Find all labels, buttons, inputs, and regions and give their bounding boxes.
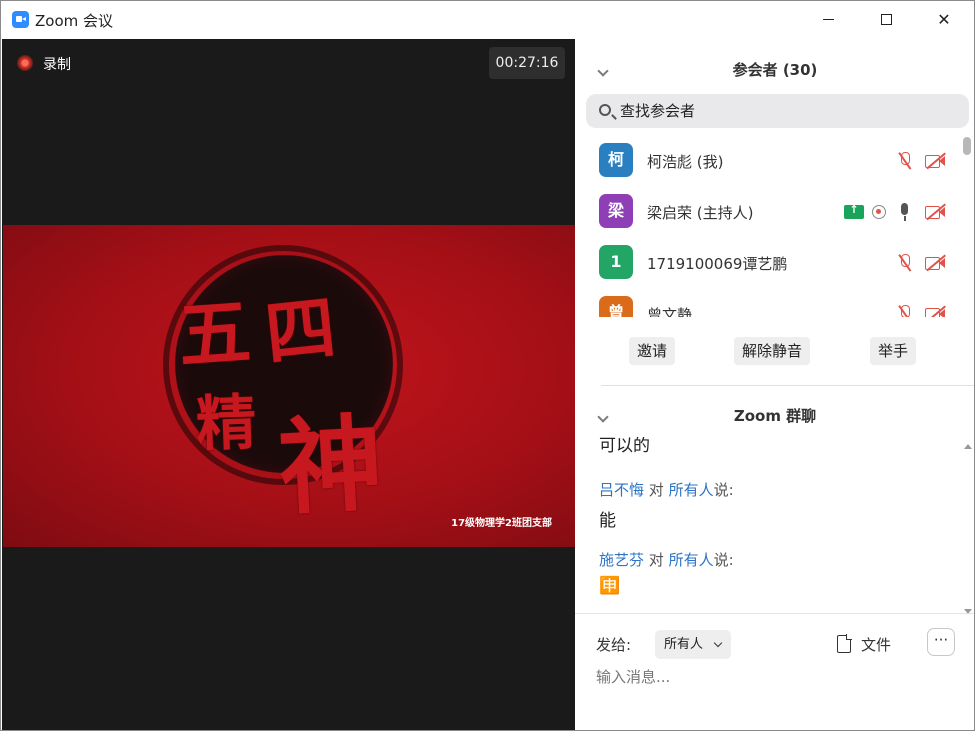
participant-name: 柯浩彪 (我) xyxy=(647,153,724,171)
camera-off-icon[interactable] xyxy=(924,303,946,317)
chat-message: 可以的 xyxy=(599,437,949,456)
participants-header[interactable]: 参会者 (30) xyxy=(575,49,974,99)
maximize-button[interactable] xyxy=(857,1,915,38)
poster-caption: 17级物理学2班团支部 xyxy=(451,518,552,529)
chat-message: 施艺芬 对 所有人说: 🈸 xyxy=(599,549,949,596)
chat-message-text: 🈸 xyxy=(599,576,621,596)
poster-character: 神 xyxy=(275,401,386,530)
chat-recipient[interactable]: 所有人 xyxy=(669,481,714,499)
screen-share-icon xyxy=(844,203,864,219)
mic-on-icon[interactable] xyxy=(894,201,916,223)
participant-name: 曾文静 xyxy=(647,306,693,317)
chat-to-word: 对 xyxy=(648,481,664,499)
chat-sender-line: 吕不悔 对 所有人说: xyxy=(599,479,949,500)
minimize-icon xyxy=(822,19,834,20)
search-input[interactable] xyxy=(620,94,950,128)
title-bar: Zoom 会议 ✕ xyxy=(1,1,974,38)
shared-screen-poster: 五 四 精 神 17级物理学2班团支部 xyxy=(3,225,576,547)
participant-row[interactable]: 1 1719100069谭艺鹏 xyxy=(575,237,960,288)
chat-messages[interactable]: 可以的 吕不悔 对 所有人说: 能 施艺芬 对 所有人说: 🈸 xyxy=(575,437,974,611)
participant-row[interactable]: 梁 梁启荣 (主持人) xyxy=(575,186,960,237)
invite-button[interactable]: 邀请 xyxy=(629,337,676,365)
chat-recipient[interactable]: 所有人 xyxy=(669,551,714,569)
recording-status-icon xyxy=(872,205,886,219)
camera-off-icon[interactable] xyxy=(924,150,946,172)
participant-status-icons xyxy=(894,251,946,275)
chat-scrollbar[interactable] xyxy=(963,444,972,614)
send-to-dropdown[interactable]: 所有人 xyxy=(655,630,731,659)
participant-list-scrollbar[interactable] xyxy=(963,137,971,155)
unmute-button[interactable]: 解除静音 xyxy=(734,337,811,365)
chat-to-word: 对 xyxy=(648,551,664,569)
participant-row[interactable]: 柯 柯浩彪 (我) xyxy=(575,135,960,186)
participant-search[interactable] xyxy=(586,94,969,128)
zoom-app-icon xyxy=(12,11,29,28)
chat-message-text: 能 xyxy=(599,511,616,531)
zoom-window: Zoom 会议 ✕ 录制 00:27:16 五 四 精 神 17级物理学2班团支… xyxy=(0,0,975,731)
chat-message-text: 可以的 xyxy=(599,437,650,456)
video-area[interactable]: 录制 00:27:16 五 四 精 神 17级物理学2班团支部 xyxy=(2,39,576,730)
meeting-timer: 00:27:16 xyxy=(489,47,565,79)
chat-sender-line: 施艺芬 对 所有人说: xyxy=(599,549,949,570)
recording-icon xyxy=(17,55,33,71)
more-options-button[interactable]: ··· xyxy=(927,628,955,656)
poster-character: 四 xyxy=(261,285,340,376)
chat-said-label: 说: xyxy=(713,481,734,499)
camera-off-icon[interactable] xyxy=(924,252,946,274)
file-label: 文件 xyxy=(861,635,892,654)
participant-status-icons xyxy=(844,200,946,224)
recording-label: 录制 xyxy=(43,57,71,73)
send-to-value: 所有人 xyxy=(664,637,704,652)
file-icon xyxy=(837,634,852,653)
send-to-label: 发给: xyxy=(596,636,632,654)
participant-status-icons xyxy=(894,302,946,317)
chat-message-input[interactable] xyxy=(596,665,956,689)
raise-hand-button[interactable]: 举手 xyxy=(870,337,917,365)
chevron-down-icon xyxy=(713,638,723,648)
chat-title: Zoom 群聊 xyxy=(733,407,817,425)
participant-name: 梁启荣 (主持人) xyxy=(647,204,754,222)
compose-divider xyxy=(575,613,974,614)
chat-message: 吕不悔 对 所有人说: 能 xyxy=(599,479,949,531)
mic-muted-icon[interactable] xyxy=(894,252,916,274)
avatar: 曾 xyxy=(599,296,633,317)
avatar: 梁 xyxy=(599,194,633,228)
file-button[interactable]: 文件 xyxy=(837,632,891,656)
mic-muted-icon[interactable] xyxy=(894,150,916,172)
participant-name: 1719100069谭艺鹏 xyxy=(647,255,788,273)
poster-character: 精 xyxy=(194,387,258,461)
avatar: 1 xyxy=(599,245,633,279)
search-icon xyxy=(599,104,611,116)
maximize-icon xyxy=(880,14,892,25)
poster-character: 五 xyxy=(175,288,254,379)
minimize-button[interactable] xyxy=(799,1,857,38)
chat-sender-name[interactable]: 施艺芬 xyxy=(599,551,644,569)
participant-actions: 邀请 解除静音 举手 xyxy=(575,337,974,367)
chat-sender-name[interactable]: 吕不悔 xyxy=(599,481,644,499)
avatar: 柯 xyxy=(599,143,633,177)
mic-muted-icon[interactable] xyxy=(894,303,916,317)
close-icon: ✕ xyxy=(937,10,951,29)
camera-off-icon[interactable] xyxy=(924,201,946,223)
participant-list[interactable]: 柯 柯浩彪 (我) 梁 梁启荣 (主持人) 1 1719 xyxy=(575,135,960,317)
close-button[interactable]: ✕ xyxy=(915,1,973,38)
section-divider xyxy=(601,385,974,386)
participant-row[interactable]: 曾 曾文静 xyxy=(575,288,960,317)
chat-said-label: 说: xyxy=(713,551,734,569)
participant-status-icons xyxy=(894,149,946,173)
side-panel: 参会者 (30) 柯 柯浩彪 (我) 梁 梁启荣 (主持人) xyxy=(575,39,974,730)
participants-title: 参会者 (30) xyxy=(732,61,818,79)
window-title: Zoom 会议 xyxy=(35,12,114,30)
